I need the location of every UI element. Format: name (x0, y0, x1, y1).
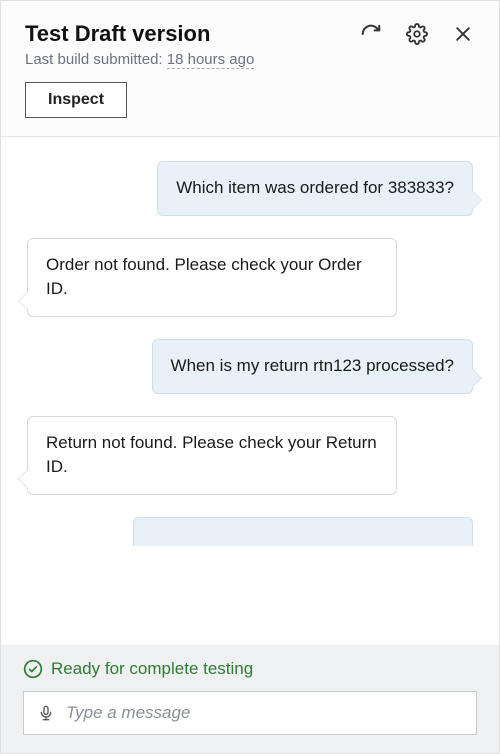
message-text: Order not found. Please check your Order… (46, 255, 362, 299)
message-bubble-partial (133, 517, 473, 546)
build-subtitle-value: 18 hours ago (167, 51, 255, 69)
message-bubble-user: When is my return rtn123 processed? (152, 339, 473, 394)
panel-title: Test Draft version (25, 21, 210, 47)
message-input-row (23, 691, 477, 735)
status-row: Ready for complete testing (23, 659, 477, 679)
microphone-icon[interactable] (36, 703, 56, 723)
build-subtitle: Last build submitted: 18 hours ago (25, 51, 475, 68)
message-bubble-bot: Return not found. Please check your Retu… (27, 416, 397, 495)
message-bubble-user: Which item was ordered for 383833? (157, 161, 473, 216)
panel-footer: Ready for complete testing (1, 645, 499, 753)
gear-icon[interactable] (405, 22, 429, 46)
inspect-row: Inspect (25, 82, 475, 118)
header-top-row: Test Draft version (25, 21, 475, 47)
message-text: Which item was ordered for 383833? (176, 178, 454, 197)
build-subtitle-label: Last build submitted: (25, 51, 167, 68)
chat-test-panel: Test Draft version Last build submitted:… (0, 0, 500, 754)
inspect-button[interactable]: Inspect (25, 82, 127, 118)
status-text: Ready for complete testing (51, 659, 253, 679)
message-text: Return not found. Please check your Retu… (46, 433, 377, 477)
close-icon[interactable] (451, 22, 475, 46)
panel-header: Test Draft version Last build submitted:… (1, 1, 499, 137)
message-bubble-bot: Order not found. Please check your Order… (27, 238, 397, 317)
header-actions (359, 22, 475, 46)
message-text: When is my return rtn123 processed? (171, 356, 454, 375)
message-input[interactable] (66, 703, 464, 723)
chat-area: Which item was ordered for 383833? Order… (1, 137, 499, 645)
refresh-icon[interactable] (359, 22, 383, 46)
check-circle-icon (23, 659, 43, 679)
